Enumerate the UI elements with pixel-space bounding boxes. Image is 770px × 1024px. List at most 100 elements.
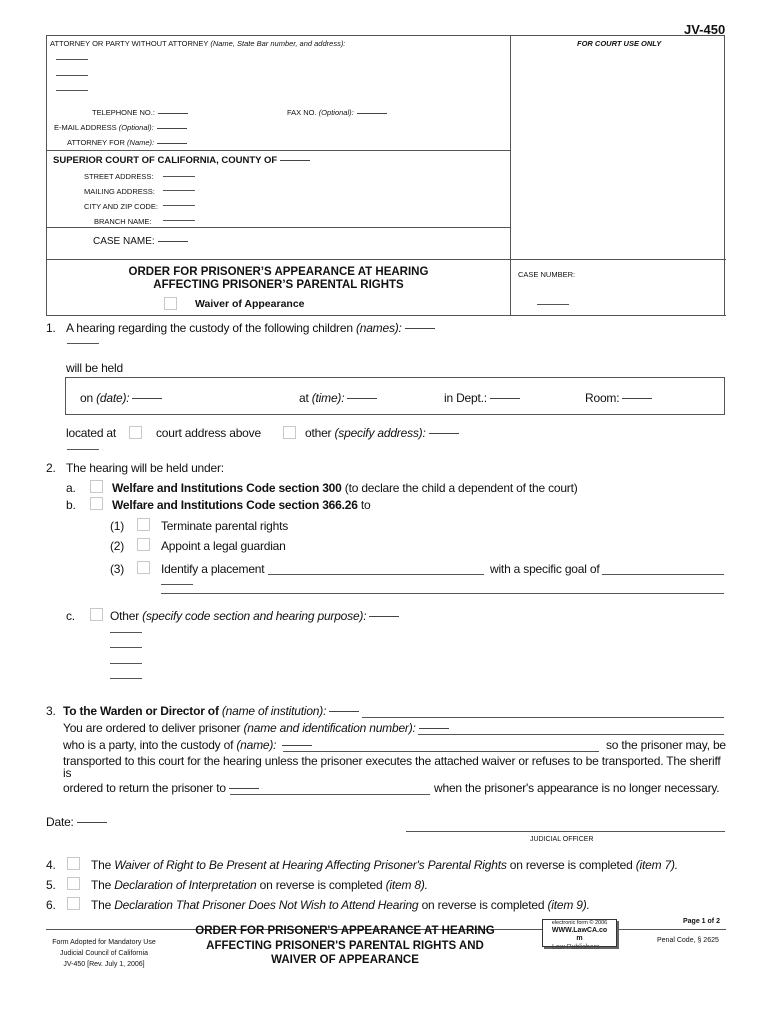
time-label: at [299, 391, 309, 405]
city-field[interactable] [163, 205, 195, 206]
custody-field[interactable] [282, 745, 313, 747]
prisoner-field[interactable] [418, 728, 449, 730]
other-address-field[interactable] [428, 433, 459, 435]
item4-document: Waiver of Right to Be Present at Hearing… [114, 858, 507, 872]
date-hint: (date): [96, 391, 130, 405]
item4-ref: (item 7). [635, 858, 678, 872]
section-366-label: Welfare and Institutions Code section 36… [112, 498, 358, 512]
page-number: Page 1 of 2 [683, 918, 720, 925]
branch-field[interactable] [163, 220, 195, 221]
street-field[interactable] [163, 176, 195, 177]
return-field[interactable] [228, 788, 259, 790]
institution-field[interactable] [329, 711, 360, 713]
item2c-letter: c. [66, 609, 75, 623]
will-be-held: will be held [66, 361, 123, 375]
custody-field-line[interactable] [283, 751, 599, 752]
judicial-signature-field[interactable] [406, 831, 725, 832]
email-field[interactable] [156, 127, 187, 129]
is-text: is [63, 766, 72, 780]
date-row: Date: [46, 815, 107, 829]
legal-guardian-checkbox[interactable] [137, 538, 150, 551]
email-hint: (Optional): [118, 123, 154, 132]
item2c-row: Other (specify code section and hearing … [110, 609, 400, 623]
form-title: ORDER FOR PRISONER’S APPEARANCE AT HEARI… [46, 266, 511, 292]
hearing-time-row: at (time): [299, 391, 378, 405]
terminate-rights-checkbox[interactable] [137, 518, 150, 531]
case-name-label: CASE NAME: [93, 236, 155, 247]
deliver-row: You are ordered to deliver prisoner (nam… [63, 721, 449, 735]
prisoner-field-line[interactable] [418, 734, 724, 735]
other-code-field-2[interactable] [110, 632, 142, 633]
fax-label: FAX NO. [287, 108, 317, 117]
attorney-label: ATTORNEY OR PARTY WITHOUT ATTORNEY (Name… [50, 39, 345, 48]
form-title-line2: AFFECTING PRISONER’S PARENTAL RIGHTS [153, 279, 404, 291]
dept-label: in Dept.: [444, 391, 487, 405]
item4-text: The Waiver of Right to Be Present at Hea… [91, 858, 678, 872]
item2b-letter: b. [66, 498, 76, 512]
section-300-checkbox[interactable] [90, 480, 103, 493]
other-address-label: other [305, 426, 332, 440]
other-code-checkbox[interactable] [90, 608, 103, 621]
penal-code: Penal Code, § 2625 [657, 937, 719, 944]
necessary-text: when the prisoner's appearance is no lon… [434, 781, 720, 795]
item1-text-row: A hearing regarding the custody of the f… [66, 321, 435, 335]
specific-goal-field-3[interactable] [161, 593, 724, 594]
stamp-publisher: Law Publishers [552, 944, 600, 951]
hearing-room-field[interactable] [622, 398, 653, 400]
institution-field-line[interactable] [362, 717, 724, 718]
hearing-dept-field[interactable] [489, 398, 520, 400]
item5-ref: (item 8). [385, 878, 428, 892]
placement-field[interactable] [268, 574, 484, 575]
divider [46, 150, 511, 151]
case-number-field[interactable] [537, 304, 569, 305]
stamp-url: WWW.LawCA.co [551, 927, 608, 934]
children-names-field-2[interactable] [67, 343, 99, 344]
court-title-row: SUPERIOR COURT OF CALIFORNIA, COUNTY OF [53, 155, 311, 166]
county-field[interactable] [280, 159, 311, 161]
telephone-field[interactable] [157, 112, 188, 114]
mailing-label: MAILING ADDRESS: [84, 187, 155, 196]
other-code-field-4[interactable] [110, 663, 142, 664]
return-field-line[interactable] [230, 794, 430, 795]
other-code-field-3[interactable] [110, 647, 142, 648]
form-title-line1: ORDER FOR PRISONER’S APPEARANCE AT HEARI… [128, 266, 429, 278]
attorney-for-row: ATTORNEY FOR (Name): [67, 138, 188, 147]
street-row: STREET ADDRESS: [84, 172, 153, 181]
attorney-name-field[interactable] [56, 59, 88, 60]
other-address-field-2[interactable] [67, 449, 99, 450]
return-text: ordered to return the prisoner to [63, 781, 226, 795]
children-names-field[interactable] [404, 328, 435, 330]
not-attend-completed-checkbox[interactable] [67, 897, 80, 910]
identify-placement-checkbox[interactable] [137, 561, 150, 574]
fax-field[interactable] [356, 112, 387, 114]
date-field[interactable] [76, 822, 107, 824]
court-address-label: court address above [156, 426, 261, 440]
interpretation-completed-checkbox[interactable] [67, 877, 80, 890]
mailing-field[interactable] [163, 190, 195, 191]
waiver-checkbox[interactable] [164, 297, 177, 310]
hearing-time-field[interactable] [347, 398, 378, 400]
section-300-description: (to declare the child a dependent of the… [344, 481, 578, 495]
hearing-date-field[interactable] [132, 398, 163, 400]
attorney-address-field[interactable] [56, 75, 88, 76]
court-address-checkbox[interactable] [129, 426, 142, 439]
item3-number: 3. [46, 704, 56, 718]
sub1-number: (1) [110, 519, 125, 533]
specific-goal-field-2[interactable] [161, 584, 193, 585]
specific-goal-field[interactable] [602, 574, 724, 575]
case-name-field[interactable] [157, 240, 188, 242]
judicial-officer-label: JUDICIAL OFFICER [530, 836, 594, 843]
other-code-field-5[interactable] [110, 678, 142, 679]
waiver-completed-checkbox[interactable] [67, 857, 80, 870]
other-address-checkbox[interactable] [283, 426, 296, 439]
item2a-row: Welfare and Institutions Code section 30… [112, 481, 578, 495]
item5-document: Declaration of Interpretation [114, 878, 257, 892]
attorney-city-field[interactable] [56, 90, 88, 91]
waiver-label: Waiver of Appearance [195, 298, 305, 310]
email-row: E-MAIL ADDRESS (Optional): [54, 123, 187, 132]
other-code-field[interactable] [369, 616, 400, 618]
custody-row: who is a party, into the custody of (nam… [63, 738, 313, 752]
hearing-dept-row: in Dept.: [444, 391, 520, 405]
attorney-for-field[interactable] [157, 142, 188, 144]
section-366-checkbox[interactable] [90, 497, 103, 510]
